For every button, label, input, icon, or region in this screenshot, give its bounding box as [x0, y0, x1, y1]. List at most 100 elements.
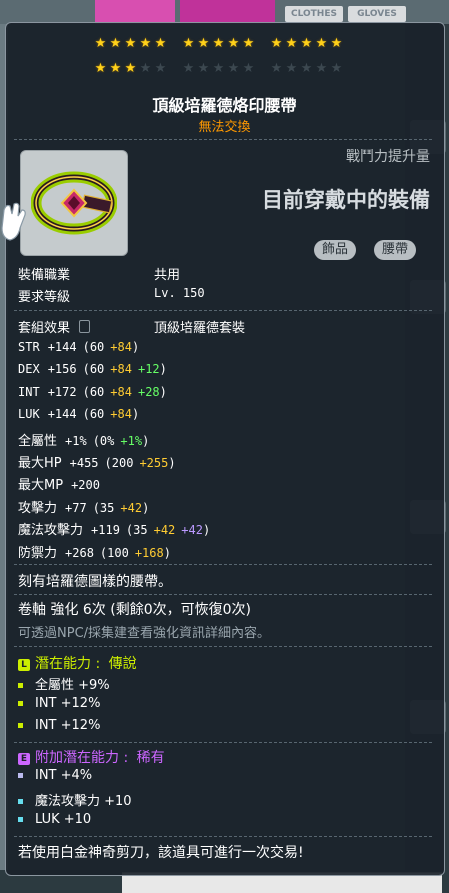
star-filled-icon: ★ [300, 36, 313, 51]
category-tag: 飾品 [314, 240, 357, 260]
set-effect-label: 套組效果 [18, 321, 71, 336]
trade-status: 無法交換 [198, 120, 251, 135]
stat-row: 最大HP +455 (200 +255) [18, 452, 176, 471]
stat-close: ) [159, 362, 167, 377]
stat-extra: +28 [137, 384, 160, 399]
star-empty-icon: ★ [182, 61, 195, 76]
potential-line-text: INT +12% [35, 696, 101, 711]
stat-row: DEX +156 (60 +84 +12) [18, 362, 167, 377]
upgrade-hint: 可透過NPC/採集建查看強化資訊詳細內容。 [18, 626, 271, 641]
epic-grade-icon: E [18, 753, 30, 765]
star-empty-icon: ★ [197, 61, 210, 76]
stat-close: ) [168, 456, 176, 470]
requirement-value: Lv. 150 [154, 286, 205, 300]
set-effect-name: 頂級培羅德套裝 [154, 321, 246, 336]
divider [14, 139, 432, 140]
stat-row: LUK +144 (60 +84) [18, 407, 139, 422]
stat-row: 全屬性 +1% (0% +1%) [18, 430, 149, 449]
stat-name: LUK [18, 407, 40, 422]
stat-total: +200 [71, 478, 100, 493]
potential-line: INT +12% [18, 718, 100, 733]
background-thumbnail [180, 0, 275, 24]
bullet-icon [18, 773, 23, 778]
star-group: ★ ★ ★ ★ ★ [269, 62, 344, 76]
stat-star: +255 [139, 456, 169, 470]
stat-base: (100 [99, 545, 129, 560]
set-effect-row: 套組效果 頂級培羅德套裝 [18, 317, 245, 336]
bullet-icon [18, 723, 23, 728]
equipped-label: 目前穿戴中的裝備 [262, 188, 430, 212]
stat-star: +168 [134, 545, 164, 560]
stat-close: ) [142, 500, 150, 515]
stat-total: +455 [69, 456, 99, 470]
star-empty-icon: ★ [212, 61, 225, 76]
star-filled-icon: ★ [109, 61, 122, 76]
stat-close: ) [163, 545, 171, 560]
potential-line-text: 魔法攻擊力 +10 [35, 794, 132, 809]
stat-total: +119 [91, 523, 120, 538]
stat-total: +144 [47, 340, 77, 354]
stat-close: ) [202, 523, 211, 538]
stat-total: +1% [65, 433, 87, 448]
star-empty-icon: ★ [330, 61, 343, 76]
trade-hint: 若使用白金神奇剪刀，該道具可進行一次交易! [18, 845, 304, 861]
star-filled-icon: ★ [270, 36, 283, 51]
divider [14, 310, 432, 311]
bonus-potential-label: 附加潛在能力 [35, 750, 119, 766]
potential-header: L 潛在能力 : 傳說 [18, 653, 137, 673]
stat-base: (60 [82, 384, 105, 399]
stat-row: INT +172 (60 +84 +28) [18, 385, 167, 400]
star-filled-icon: ★ [285, 36, 298, 51]
requirement-row: 裝備職業 共用 [18, 264, 180, 283]
background-thumbnail [95, 0, 175, 24]
stat-name: 最大HP [18, 456, 62, 471]
star-empty-icon: ★ [285, 61, 298, 76]
tab-gloves[interactable]: GLOVES [348, 6, 406, 22]
stat-extra: +12 [137, 362, 160, 377]
stat-name: DEX [18, 362, 40, 377]
star-force-row-2: ★ ★ ★ ★ ★ ★ ★ ★ ★ ★ ★ ★ ★ ★ ★ [93, 62, 357, 76]
slot-tag: 腰帶 [374, 240, 417, 260]
stat-row: 防禦力 +268 (100 +168) [18, 542, 171, 561]
potential-line: INT +4% [18, 768, 92, 783]
stat-row: 攻擊力 +77 (35 +42) [18, 497, 149, 516]
upgrade-info: 卷軸 強化 6次 (剩餘0次，可恢復0次) [18, 602, 251, 618]
stat-name: 防禦力 [18, 545, 58, 561]
star-filled-icon: ★ [182, 36, 195, 51]
stat-close: ) [131, 340, 140, 354]
stat-base: (0% [92, 433, 115, 448]
potential-line-text: 全屬性 +9% [35, 678, 110, 693]
star-filled-icon: ★ [315, 36, 328, 51]
divider [14, 564, 432, 565]
divider [14, 646, 432, 647]
star-filled-icon: ★ [94, 36, 107, 51]
star-empty-icon: ★ [139, 61, 152, 76]
stat-star: +84 [110, 407, 132, 422]
stat-close: ) [159, 384, 167, 399]
star-group: ★ ★ ★ ★ ★ [93, 62, 168, 76]
potential-grade: 傳說 [108, 656, 137, 672]
stat-star: +84 [110, 340, 132, 354]
stat-name: STR [18, 340, 40, 354]
star-filled-icon: ★ [109, 36, 122, 51]
requirement-label: 裝備職業 [18, 268, 71, 283]
requirement-row: 要求等級 Lv. 150 [18, 286, 205, 305]
star-filled-icon: ★ [139, 36, 152, 51]
stat-name: 全屬性 [18, 433, 58, 449]
stat-total: +172 [47, 384, 77, 399]
star-filled-icon: ★ [154, 36, 167, 51]
stat-name: 魔法攻擊力 [18, 523, 84, 539]
star-filled-icon: ★ [124, 61, 137, 76]
potential-label: 潛在能力 [35, 656, 91, 672]
divider [14, 742, 432, 743]
stat-name: INT [18, 384, 40, 399]
star-empty-icon: ★ [154, 61, 167, 76]
stat-close: ) [131, 407, 140, 422]
stat-base: (60 [82, 362, 105, 377]
star-empty-icon: ★ [270, 61, 283, 76]
item-description: 刻有培羅德圖樣的腰帶。 [18, 574, 172, 590]
bullet-icon [18, 701, 23, 706]
tab-clothes[interactable]: CLOTHES [285, 6, 343, 22]
bullet-icon [18, 799, 23, 804]
star-filled-icon: ★ [124, 36, 137, 51]
